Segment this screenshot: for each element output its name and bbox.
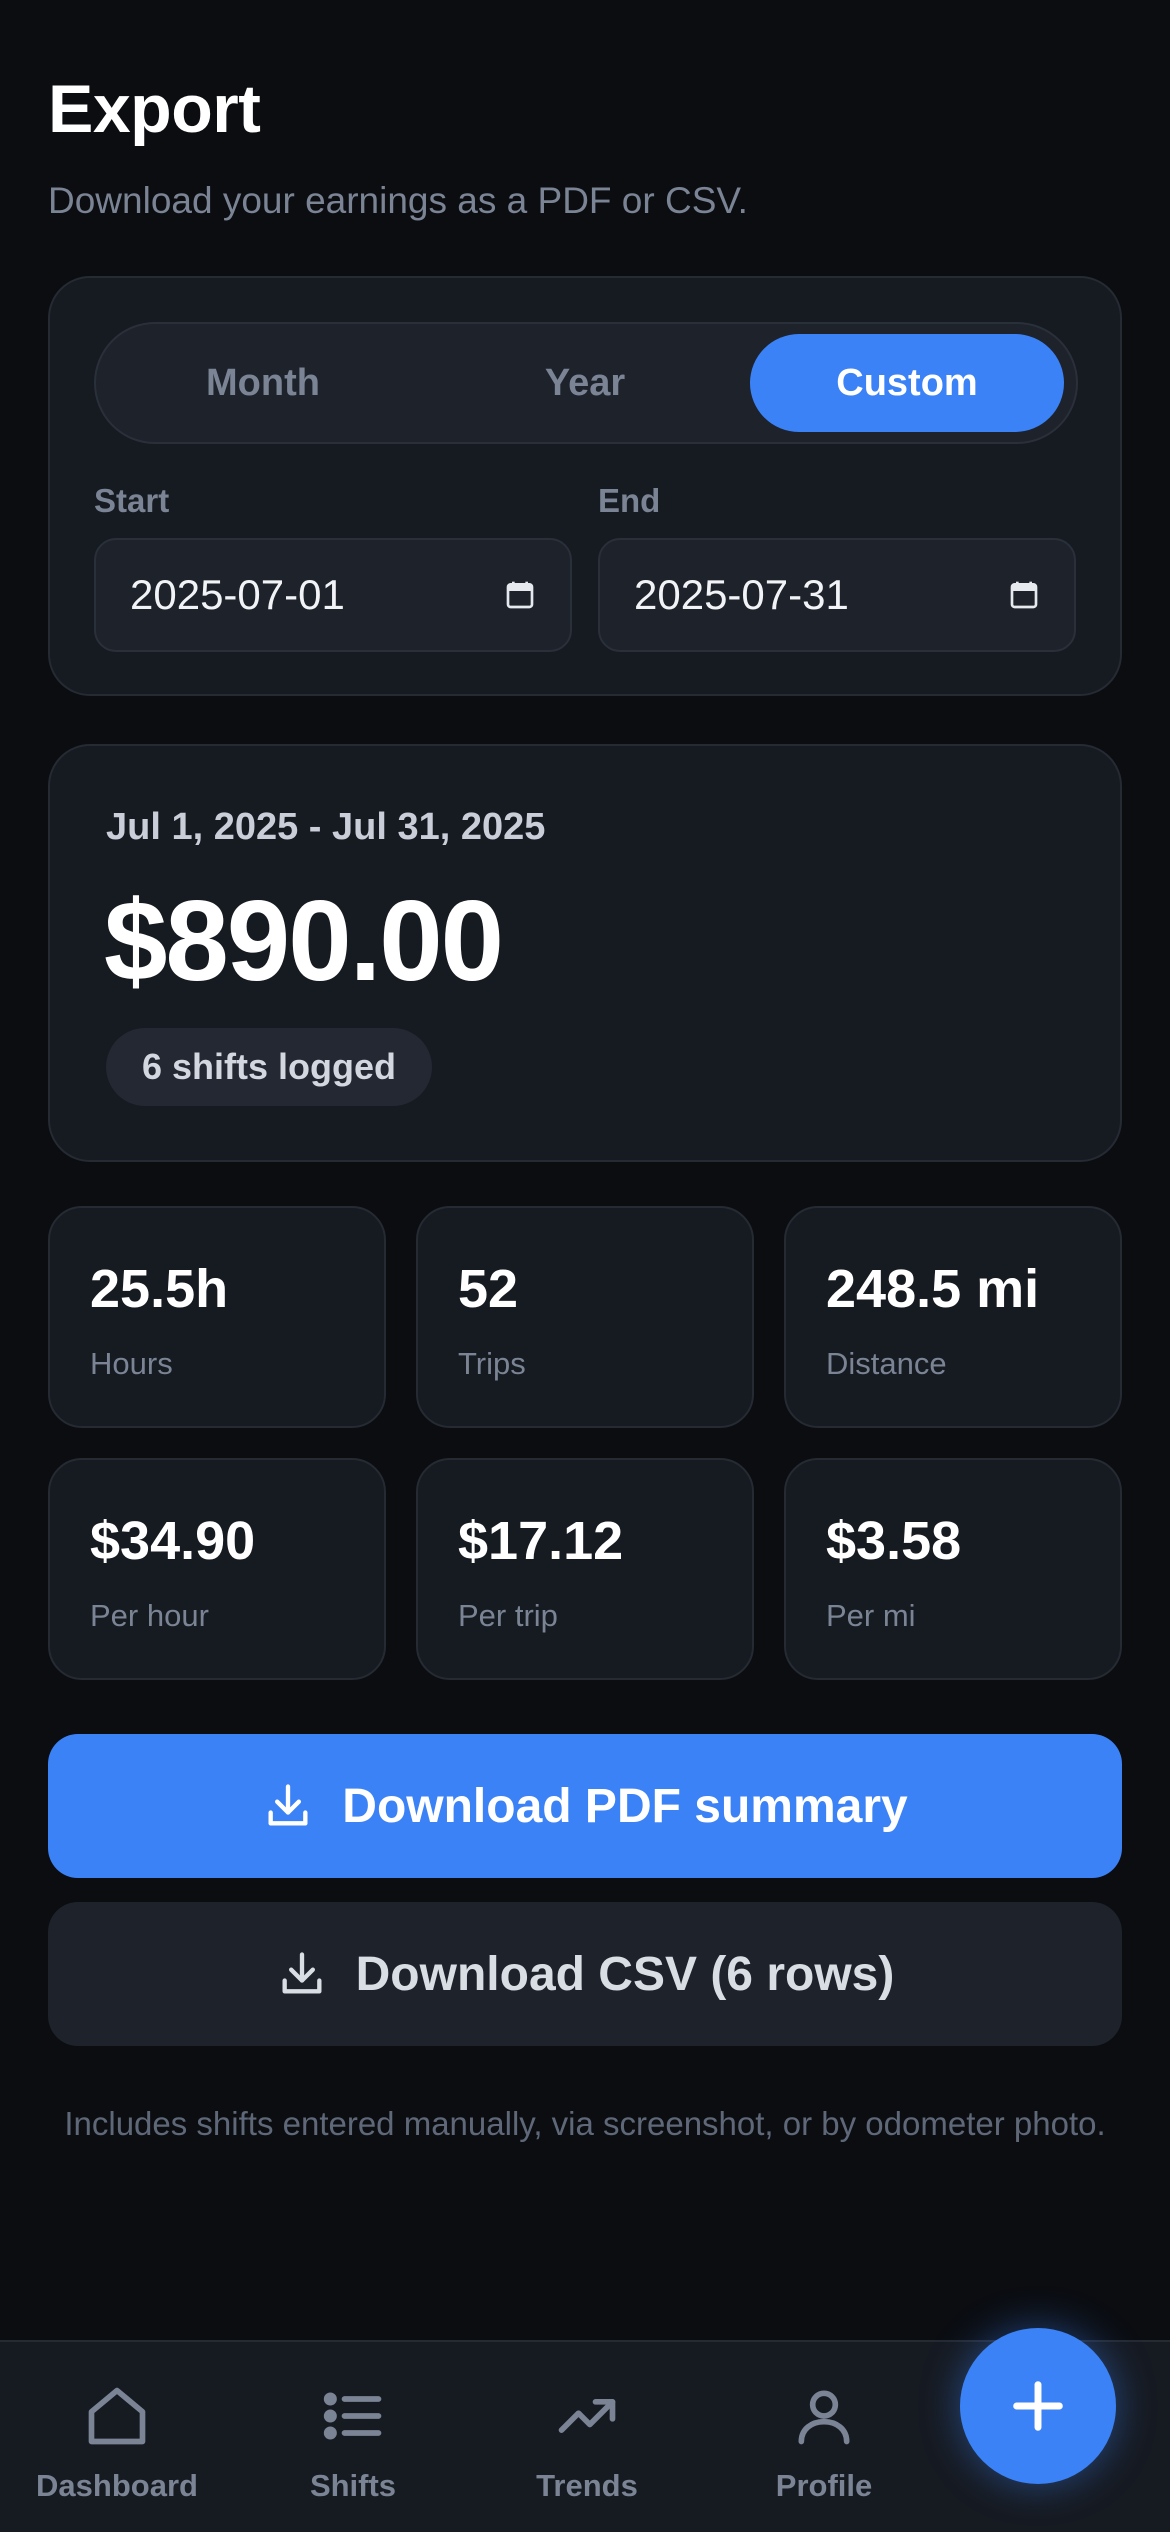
stat-label: Distance: [826, 1346, 947, 1381]
stat-card-per-hour: $34.90 Per hour: [48, 1458, 386, 1680]
end-date-label: End: [598, 482, 661, 519]
range-option-month[interactable]: Month: [106, 334, 420, 432]
summary-range-text: Jul 1, 2025 - Jul 31, 2025: [106, 806, 546, 848]
stat-card-trips: 52 Trips: [416, 1206, 754, 1428]
stat-value: $3.58: [826, 1511, 962, 1571]
nav-item-profile[interactable]: Profile: [714, 2382, 934, 2504]
stat-label: Per hour: [90, 1598, 209, 1633]
nav-label: Profile: [775, 2468, 873, 2503]
stat-label: Per trip: [458, 1598, 558, 1633]
plus-icon: [1013, 2381, 1063, 2431]
range-segmented-control: Month Year Custom: [94, 322, 1078, 444]
download-csv-label: Download CSV (6 rows): [355, 1947, 895, 2001]
stat-label: Per mi: [826, 1598, 916, 1633]
nav-label: Shifts: [309, 2468, 397, 2503]
date-range-card: Month Year Custom Start End 2025-07-01 2…: [48, 276, 1122, 696]
shifts-count-badge: 6 shifts logged: [106, 1028, 433, 1106]
stat-value: $17.12: [458, 1511, 624, 1571]
export-footnote: Includes shifts entered manually, via sc…: [64, 2105, 1106, 2142]
calendar-icon[interactable]: [1008, 579, 1040, 611]
total-earnings: $890.00: [104, 878, 504, 1005]
download-pdf-button[interactable]: Download PDF summary: [48, 1734, 1122, 1878]
range-option-year[interactable]: Year: [428, 334, 742, 432]
stat-value: $34.90: [90, 1511, 256, 1571]
stat-value: 52: [458, 1259, 519, 1319]
page-subtitle: Download your earnings as a PDF or CSV.: [48, 180, 748, 221]
stat-value: 25.5h: [90, 1259, 229, 1319]
earnings-summary-card: Jul 1, 2025 - Jul 31, 2025 $890.00 6 shi…: [48, 744, 1122, 1162]
stat-card-hours: 25.5h Hours: [48, 1206, 386, 1428]
user-icon: [798, 2390, 850, 2445]
download-icon: [268, 1784, 308, 1826]
nav-item-trends[interactable]: Trends: [477, 2382, 697, 2504]
start-date-label: Start: [94, 482, 170, 519]
end-date-input[interactable]: 2025-07-31: [598, 538, 1076, 652]
stat-card-per-mile: $3.58 Per mi: [784, 1458, 1122, 1680]
download-icon: [282, 1952, 322, 1994]
nav-item-dashboard[interactable]: Dashboard: [7, 2382, 227, 2504]
export-screen: Export Download your earnings as a PDF o…: [0, 0, 1170, 2532]
start-date-input[interactable]: 2025-07-01: [94, 538, 572, 652]
stat-label: Hours: [90, 1346, 173, 1381]
list-icon: [323, 2392, 382, 2440]
download-csv-button[interactable]: Download CSV (6 rows): [48, 1902, 1122, 2046]
nav-label: Trends: [536, 2468, 638, 2503]
stat-label: Trips: [458, 1346, 526, 1381]
stat-card-per-trip: $17.12 Per trip: [416, 1458, 754, 1680]
range-option-custom[interactable]: Custom: [750, 334, 1064, 432]
start-date-value: 2025-07-01: [130, 571, 345, 618]
nav-label: Dashboard: [36, 2468, 198, 2503]
nav-item-shifts[interactable]: Shifts: [243, 2382, 463, 2504]
calendar-icon[interactable]: [504, 579, 536, 611]
page-title: Export: [48, 71, 261, 147]
stat-card-distance: 248.5 mi Distance: [784, 1206, 1122, 1428]
add-shift-fab[interactable]: [960, 2328, 1116, 2484]
download-pdf-label: Download PDF summary: [342, 1779, 908, 1833]
home-icon: [88, 2387, 146, 2445]
trending-up-icon: [558, 2399, 616, 2433]
end-date-value: 2025-07-31: [634, 571, 849, 618]
stat-value: 248.5 mi: [826, 1259, 1040, 1319]
